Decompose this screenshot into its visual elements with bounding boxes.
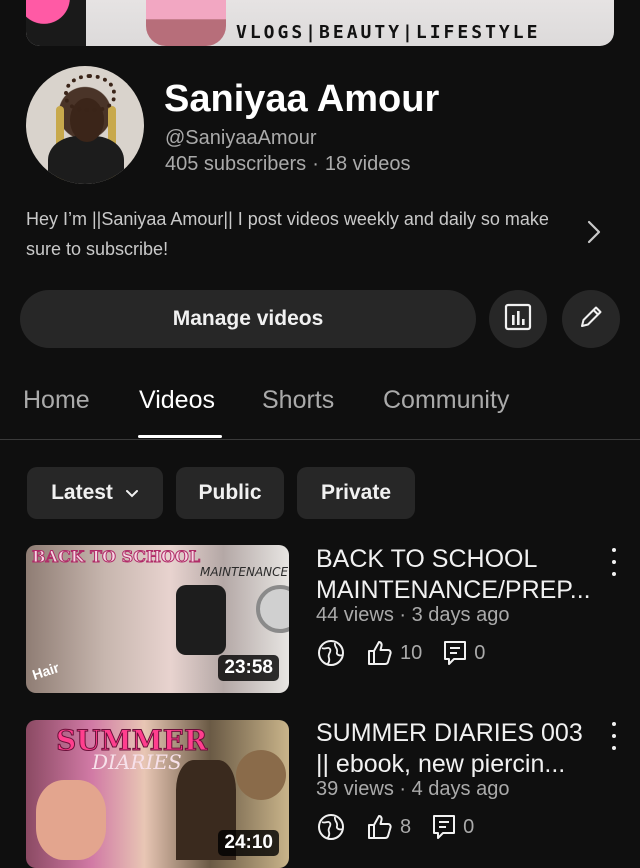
- thumbnail-subtitle-text: DIARIES: [92, 750, 182, 774]
- like-count: 10: [400, 641, 423, 664]
- filter-chip-public[interactable]: Public: [176, 467, 284, 519]
- subscriber-count: 405 subscribers: [165, 153, 307, 175]
- avatar-hair: [64, 74, 116, 112]
- thumbnail-person: [176, 585, 226, 655]
- banner-tagline: VLOGS|BEAUTY|LIFESTYLE: [236, 22, 541, 43]
- pencil-icon: [576, 302, 606, 337]
- avatar-body: [48, 136, 124, 184]
- thumbs-up-icon: [366, 639, 394, 667]
- tab-videos[interactable]: Videos: [139, 386, 215, 415]
- video-title-line: MAINTENANCE/PREP...: [316, 576, 591, 604]
- tabs-divider: [0, 439, 640, 440]
- tab-home[interactable]: Home: [23, 386, 90, 415]
- video-title-line: || ebook, new piercin...: [316, 750, 566, 778]
- video-meta: 44 views · 3 days ago: [316, 604, 510, 626]
- comment-count: 0: [463, 815, 475, 838]
- globe-icon: [316, 638, 346, 668]
- more-options-icon[interactable]: [604, 722, 624, 750]
- filter-chip-latest[interactable]: Latest: [27, 467, 163, 519]
- channel-handle: @SaniyaaAmour: [165, 127, 317, 149]
- analytics-icon: [503, 302, 533, 337]
- channel-avatar[interactable]: [26, 66, 144, 184]
- thumbs-up-icon: [366, 813, 394, 841]
- thumbnail-food: [236, 750, 286, 800]
- analytics-button[interactable]: [489, 290, 547, 348]
- video-stats: 10 0: [316, 638, 485, 668]
- channel-name: Saniyaa Amour: [164, 78, 440, 120]
- like-count: 8: [400, 815, 412, 838]
- comment-count: 0: [474, 641, 486, 664]
- edit-channel-button[interactable]: [562, 290, 620, 348]
- thumbnail-title-text: BACK TO SCHOOL: [31, 547, 201, 567]
- channel-stats: 405 subscribers · 18 videos: [165, 153, 410, 176]
- banner-figure-left: [26, 0, 86, 46]
- tab-community[interactable]: Community: [383, 386, 509, 415]
- stats-separator: ·: [312, 153, 319, 175]
- channel-banner: VLOGS|BEAUTY|LIFESTYLE: [26, 0, 614, 46]
- manage-videos-button[interactable]: Manage videos: [20, 290, 476, 348]
- active-tab-indicator: [138, 435, 222, 438]
- video-thumbnail[interactable]: BACK TO SCHOOL MAINTENANCE Hair 23:58: [26, 545, 289, 693]
- video-duration: 24:10: [218, 830, 279, 856]
- video-title-line: BACK TO SCHOOL: [316, 545, 538, 573]
- more-options-icon[interactable]: [604, 548, 624, 576]
- video-count: 18 videos: [324, 153, 411, 175]
- comment-icon: [442, 639, 468, 667]
- chevron-down-icon: [125, 481, 139, 505]
- filter-chip-label: Latest: [51, 481, 113, 504]
- video-stats: 8 0: [316, 812, 474, 842]
- video-title[interactable]: BACK TO SCHOOL MAINTENANCE/PREP...: [316, 544, 596, 606]
- thumbnail-camera: [256, 585, 289, 633]
- thumbnail-hair-text: Hair: [30, 659, 62, 683]
- banner-figure-middle: [146, 0, 226, 46]
- chevron-right-icon[interactable]: [584, 218, 604, 246]
- video-duration: 23:58: [218, 655, 279, 681]
- comment-icon: [431, 813, 457, 841]
- video-title-line: SUMMER DIARIES 003: [316, 719, 583, 747]
- thumbnail-subtitle-text: MAINTENANCE: [200, 565, 289, 579]
- channel-description[interactable]: Hey I’m ||Saniyaa Amour|| I post videos …: [26, 204, 566, 264]
- video-thumbnail[interactable]: SUMMER DIARIES 24:10: [26, 720, 289, 868]
- video-meta: 39 views · 4 days ago: [316, 778, 510, 800]
- video-title[interactable]: SUMMER DIARIES 003 || ebook, new piercin…: [316, 718, 596, 780]
- filter-chip-private[interactable]: Private: [297, 467, 415, 519]
- thumbnail-ear: [36, 780, 106, 860]
- globe-icon: [316, 812, 346, 842]
- tab-shorts[interactable]: Shorts: [262, 386, 334, 415]
